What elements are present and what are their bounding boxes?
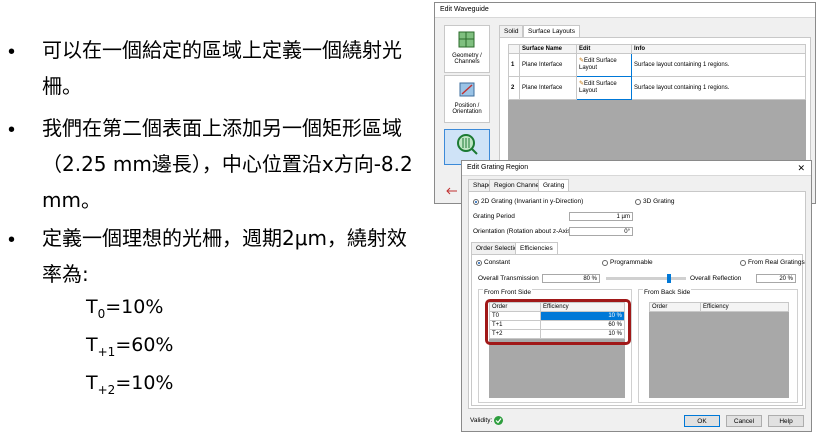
orientation-label: Orientation (Rotation about z-Axis): [473, 228, 573, 235]
position-icon: [459, 82, 475, 97]
grating-period-input[interactable]: 1 µm: [569, 212, 633, 221]
ok-button[interactable]: OK: [684, 415, 720, 427]
transmission-label: Overall Transmission: [478, 275, 539, 282]
efficiency-t0: T0=10%: [86, 296, 164, 321]
efficiency-t2: T+2=10%: [86, 372, 174, 397]
waveguide-titlebar: Edit Waveguide: [435, 3, 815, 18]
edit-surface-layout-button[interactable]: ✎Edit Surface Layout: [576, 53, 632, 77]
grating-panel: 2D Grating (Invariant in y-Direction) 3D…: [468, 191, 806, 409]
table-row[interactable]: 2 Plane Interface ✎Edit Surface Layout S…: [508, 76, 806, 100]
efficiency-t1: T+1=60%: [86, 334, 174, 359]
surface-table: Surface Name Edit Info 1 Plane Interface…: [508, 44, 806, 100]
bullet-3: 定義一個理想的光柵，週期2μm，繞射效率為:: [42, 226, 407, 286]
waveguide-tabs: Solid Surface Layouts: [499, 25, 609, 38]
header-info: Info: [631, 44, 806, 54]
front-side-group: From Front Side Order Efficiency T0 10 %…: [478, 289, 632, 403]
bullet-marker: •: [8, 41, 16, 63]
radio-3d-grating[interactable]: [635, 199, 641, 205]
transmission-slider[interactable]: [606, 274, 686, 283]
header-surface-name: Surface Name: [519, 44, 577, 54]
bullet-marker: •: [8, 119, 16, 141]
orientation-input[interactable]: 0°: [569, 227, 633, 236]
grating-tabs: Shape Region Channels Grating: [468, 179, 588, 192]
radio-2d-grating[interactable]: [473, 199, 479, 205]
validity-label: Validity:: [470, 417, 493, 424]
geometry-icon: [458, 31, 475, 48]
transmission-input[interactable]: 80 %: [542, 274, 600, 283]
propagation-icon: [446, 187, 457, 195]
back-table-area: [649, 302, 789, 398]
radio-from-real-gratings[interactable]: [740, 260, 746, 266]
bullet-marker: •: [8, 229, 16, 251]
back-efficiency-table: Order Efficiency: [649, 302, 789, 312]
check-icon: [494, 416, 503, 425]
help-button[interactable]: Help: [768, 415, 804, 427]
structure-icon: [457, 134, 478, 155]
side-button-geometry[interactable]: Geometry / Channels: [444, 25, 490, 73]
back-side-group: From Back Side Order Efficiency: [638, 289, 798, 403]
waveguide-title: Edit Waveguide: [440, 6, 489, 13]
efficiencies-panel: Constant Programmable From Real Gratings…: [471, 254, 805, 406]
bullet-2: 我們在第二個表面上添加另一個矩形區域（2.25 mm邊長），中心位置沿x方向-8…: [42, 116, 413, 212]
cancel-button[interactable]: Cancel: [726, 415, 762, 427]
grating-titlebar: Edit Grating Region ✕: [462, 161, 811, 176]
reflection-label: Overall Reflection: [690, 275, 742, 282]
reflection-input[interactable]: 20 %: [756, 274, 796, 283]
bullet-1: 可以在一個給定的區域上定義一個繞射光柵。: [42, 38, 402, 98]
edit-grating-region-dialog: Edit Grating Region ✕ Shape Region Chann…: [461, 160, 812, 432]
edit-surface-layout-button[interactable]: ✎Edit Surface Layout: [576, 76, 632, 100]
close-icon[interactable]: ✕: [797, 161, 805, 175]
table-row[interactable]: 1 Plane Interface ✎Edit Surface Layout S…: [508, 53, 806, 77]
side-button-position[interactable]: Position / Orientation: [444, 75, 490, 123]
radio-programmable[interactable]: [602, 260, 608, 266]
radio-constant[interactable]: [476, 260, 482, 266]
header-edit: Edit: [576, 44, 632, 54]
grating-title: Edit Grating Region: [467, 164, 529, 171]
slider-thumb[interactable]: [666, 274, 671, 283]
highlight-callout: [485, 299, 631, 345]
grating-period-label: Grating Period: [473, 213, 515, 220]
